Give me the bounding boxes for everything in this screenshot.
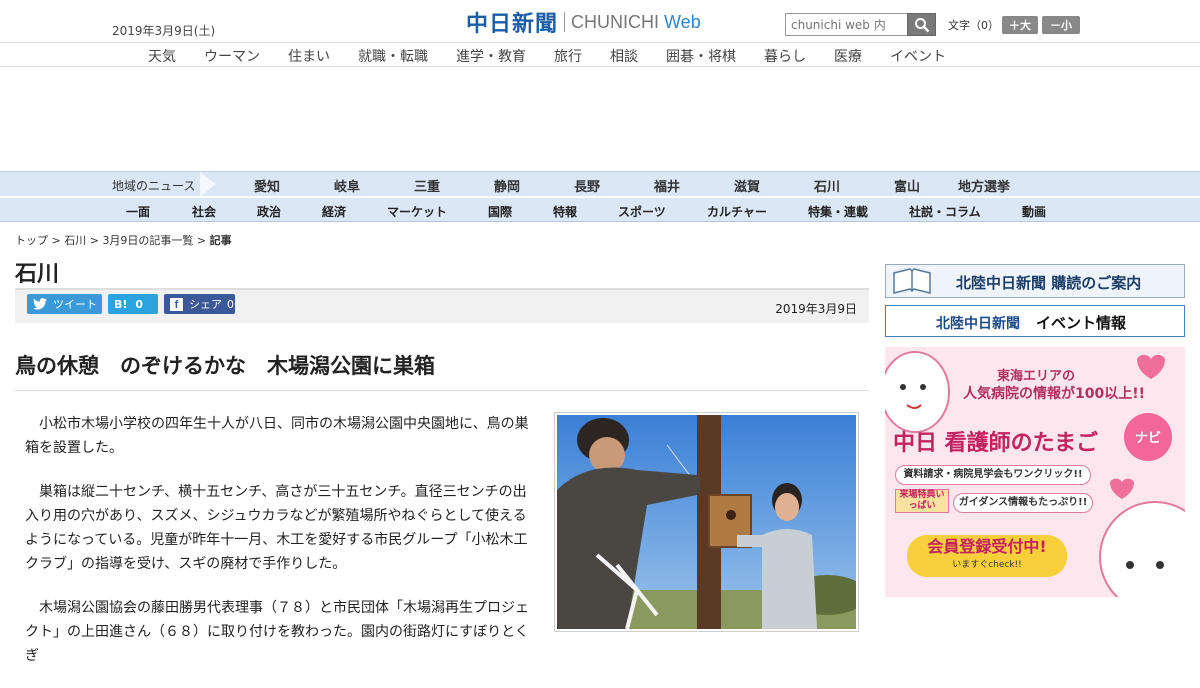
share-bar: ツイート B! 0 f シェア 0 2019年3月9日 [15,290,869,323]
breadcrumb-current: 記事 [209,234,232,247]
nurse-ad-banner[interactable]: 東海エリアの 人気病院の情報が100以上!! 中日 看護師のたまご ナビ 資料請… [885,347,1185,597]
book-icon [893,268,931,294]
breadcrumb-separator: > [48,234,65,247]
site-logo[interactable]: 中日新聞 CHUNICHI Web [466,8,701,37]
tweet-button[interactable]: ツイート [27,294,102,314]
subscription-banner-text: 北陸中日新聞 購読のご案内 [956,274,1142,292]
genre-nav-item[interactable]: 旅行 [554,46,582,66]
ad-cta-button[interactable]: 会員登録受付中! いますぐcheck!! [907,535,1067,577]
page-title: 石川 [15,262,60,287]
section-nav-item[interactable]: 動画 [1022,203,1046,220]
section-nav-item[interactable]: カルチャー [707,203,767,220]
section-nav-item[interactable]: マーケット [387,203,447,220]
region-nav-arrow [200,172,216,197]
facebook-share-button[interactable]: f シェア 0 [164,294,235,314]
logo-divider [564,12,566,32]
event-banner-brand: 北陸中日新聞 [936,316,1020,332]
event-info-banner[interactable]: 北陸中日新聞 イベント情報 [885,305,1185,337]
section-nav-item[interactable]: スポーツ [618,203,666,220]
top-header: 2019年3月9日(土) 中日新聞 CHUNICHI Web 文字（0） ＋大 … [0,0,1200,42]
region-nav-item[interactable]: 静岡 [494,176,520,195]
photo-image [557,415,867,630]
genre-nav-item[interactable]: 囲碁・将棋 [666,46,736,66]
event-banner-label: イベント情報 [1036,314,1127,332]
share-count: 0 [227,297,234,311]
genre-nav-item[interactable]: 就職・転職 [358,46,428,66]
breadcrumb-separator: > [193,234,210,247]
logo-web-text: Web [664,11,701,32]
article-photo[interactable] [554,412,867,632]
breadcrumb: トップ > 石川 > 3月9日の記事一覧 > 記事 [15,232,232,248]
article-body: 小松市木場小学校の四年生十人が八日、同市の木場潟公園中央園地に、鳥の巣箱を設置し… [25,412,535,688]
genre-nav-item[interactable]: 進学・教育 [456,46,526,66]
section-nav-item[interactable]: 特集・連載 [808,203,868,220]
breadcrumb-region-link[interactable]: 石川 [64,234,86,247]
ad-pill2: ガイダンス情報もたっぷり!! [953,493,1093,513]
region-nav-item[interactable]: 富山 [894,176,920,195]
search-button[interactable] [907,13,936,36]
section-nav-item[interactable]: 一面 [126,203,150,220]
section-nav-item[interactable]: 社説・コラム [909,203,981,220]
section-nav-item[interactable]: 政治 [257,203,281,220]
ad-line2: 人気病院の情報が100以上!! [963,386,1145,402]
subscription-banner[interactable]: 北陸中日新聞 購読のご案内 [885,264,1185,298]
font-size-label: 文字（0） [948,19,999,32]
genre-nav-item[interactable]: 暮らし [764,46,806,66]
genre-nav-item[interactable]: イベント [890,46,946,66]
region-nav-item[interactable]: 福井 [654,176,680,195]
ad-navi-badge: ナビ [1135,431,1162,446]
facebook-icon: f [170,297,183,311]
search-input[interactable] [785,13,907,36]
article-headline: 鳥の休憩 のぞけるかな 木場潟公園に巣箱 [15,354,435,378]
hatena-icon: B! [114,297,128,311]
share-label: シェア [189,298,222,311]
twitter-bird-icon [33,298,47,310]
ad-title: 中日 看護師のたまご [893,431,1098,456]
article-paragraph: 木場潟公園協会の藤田勝男代表理事（７８）と市民団体「木場潟再生プロジェクト」の上… [25,600,529,664]
hatena-count: 0 [135,297,144,311]
article-paragraph: 巣箱は縦二十センチ、横十五センチ、高さが三十五センチ。直径三センチの出入り用の穴… [25,484,528,572]
genre-nav-item[interactable]: 住まい [288,46,330,66]
genre-nav-item[interactable]: ウーマン [204,46,260,66]
genre-nav-item[interactable]: 相談 [610,46,638,66]
headline-divider [15,390,869,391]
ad-cta-sub: いますぐcheck!! [952,560,1022,570]
ad-line1: 東海エリアの [997,369,1076,384]
region-nav-item[interactable]: 石川 [814,176,840,195]
breadcrumb-top-link[interactable]: トップ [15,234,48,247]
ad-cta-text: 会員登録受付中! [927,537,1047,556]
search-icon [914,17,929,32]
tweet-label: ツイート [53,298,97,311]
region-nav-item[interactable]: 長野 [574,176,600,195]
region-nav-item[interactable]: 滋賀 [734,176,760,195]
region-nav-item[interactable]: 岐阜 [334,176,360,195]
hatena-bookmark-button[interactable]: B! 0 [108,294,158,314]
article-date: 2019年3月9日 [775,302,857,316]
region-nav-item[interactable]: 三重 [414,176,440,195]
logo-main-text: 中日新聞 [466,11,559,37]
breadcrumb-list-link[interactable]: 3月9日の記事一覧 [102,234,193,247]
font-bigger-button[interactable]: ＋大 [1002,16,1038,34]
breadcrumb-separator: > [86,234,103,247]
current-date: 2019年3月9日(土) [112,24,216,38]
genre-nav-item[interactable]: 天気 [148,46,176,66]
region-nav-label: 地域のニュース [112,179,196,193]
region-nav-item[interactable]: 地方選挙 [958,176,1010,195]
genre-nav: 天気 ウーマン 住まい 就職・転職 進学・教育 旅行 相談 囲碁・将棋 暮らし … [0,42,1200,67]
section-nav-item[interactable]: 特報 [553,203,577,220]
section-nav: 一面 社会 政治 経済 マーケット 国際 特報 スポーツ カルチャー 特集・連載… [0,197,1200,222]
region-nav: 地域のニュース 愛知 岐阜 三重 静岡 長野 福井 滋賀 石川 富山 地方選挙 [0,171,1200,197]
section-nav-item[interactable]: 社会 [192,203,216,220]
ad-tag: 来場特典いっぱい [895,489,949,513]
section-nav-item[interactable]: 国際 [488,203,512,220]
article-paragraph: 小松市木場小学校の四年生十人が八日、同市の木場潟公園中央園地に、鳥の巣箱を設置し… [25,416,529,456]
section-nav-item[interactable]: 経済 [322,203,346,220]
ad-pill1: 資料請求・病院見学会もワンクリック!! [895,465,1091,485]
font-smaller-button[interactable]: －小 [1042,16,1080,34]
logo-english-text: CHUNICHI [571,11,660,32]
region-nav-item[interactable]: 愛知 [254,176,280,195]
genre-nav-item[interactable]: 医療 [834,46,862,66]
